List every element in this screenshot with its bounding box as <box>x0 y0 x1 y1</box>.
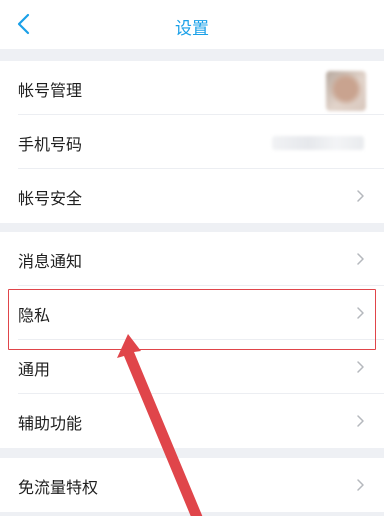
annotation-arrow <box>117 334 203 516</box>
